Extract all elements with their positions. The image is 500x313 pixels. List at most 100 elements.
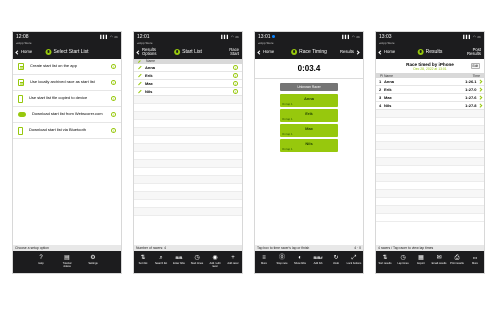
empty-row — [376, 182, 484, 190]
toolbar-show-bibs-button[interactable]: ◐ Show bibs — [292, 254, 308, 265]
back-button[interactable]: Results Options — [136, 47, 160, 57]
runner-button-anna[interactable]: Anna On lap 1 — [280, 94, 338, 107]
info-icon[interactable]: i — [111, 96, 116, 101]
table-row[interactable]: 3 Max 1:27.6 — [376, 94, 484, 102]
setup-option-create[interactable]: Create start list on the app i — [13, 59, 121, 75]
empty-row — [134, 112, 242, 120]
info-icon[interactable]: i — [111, 64, 116, 69]
table-row[interactable]: 2 Erik 1:27.0 — [376, 86, 484, 94]
race-start-button[interactable]: Race Start — [225, 47, 239, 57]
toolbar-settings-button[interactable]: ⚙ Settings — [85, 254, 101, 265]
empty-row — [134, 104, 242, 112]
list-item[interactable]: Nils i — [134, 88, 242, 96]
runner-button-max[interactable]: Max On lap 1 — [280, 124, 338, 137]
table-row[interactable]: 1 Anna 1:26.1 — [376, 78, 484, 86]
toolbar-print-button[interactable]: ⎙ Print results — [449, 254, 465, 265]
toolbar-more-button[interactable]: ≡ More — [256, 254, 272, 265]
back-label: Home — [263, 48, 275, 54]
toolbar-label: Enter bibs — [173, 262, 185, 265]
empty-row — [134, 200, 242, 208]
info-icon[interactable]: i — [233, 89, 238, 94]
setup-options-list: Create start list on the app i Use local… — [13, 59, 121, 139]
nav-bar: Home Results Post Results — [376, 45, 484, 59]
toolbar-tutorial-button[interactable]: ▤ Tutorial videos — [59, 254, 75, 268]
info-icon[interactable]: i — [233, 81, 238, 86]
info-icon[interactable]: i — [111, 112, 116, 117]
setup-option-label: Download start list from Webscorer.com — [32, 111, 103, 117]
email-icon: ✉ — [436, 255, 442, 261]
runner-name: Anna — [304, 96, 314, 101]
result-name: Max — [384, 95, 392, 100]
toolbar-label: Stop race — [276, 262, 288, 265]
clock-icon: ◷ — [400, 255, 406, 261]
list-item[interactable]: Erik i — [134, 72, 242, 80]
toolbar-lap-times-button[interactable]: ◷ Lap times — [395, 254, 411, 265]
screen-results: 13:03 ▌▌▌ ◠ ▭ ◂ App Store Home Results P… — [375, 31, 485, 274]
toolbar-email-button[interactable]: ✉ Email results — [431, 254, 447, 265]
setup-option-device-file[interactable]: Use start list file copied to device i — [13, 91, 121, 107]
toolbar-label: Help — [38, 262, 44, 265]
setup-option-archived[interactable]: Use locally archived race as start list … — [13, 75, 121, 91]
list-item[interactable]: Max i — [134, 80, 242, 88]
cloud-download-icon — [18, 112, 26, 117]
info-icon[interactable]: i — [111, 80, 116, 85]
status-count: 4 · 0 — [354, 246, 361, 250]
toolbar: ⇅ Sort list ⌕ Search list BIB Enter bibs… — [134, 251, 242, 273]
clock-icon: ◷ — [194, 255, 200, 261]
webscorer-logo-icon — [45, 49, 52, 55]
post-results-button[interactable]: Post Results — [467, 47, 481, 57]
empty-row — [376, 142, 484, 150]
list-item[interactable]: Anna i — [134, 64, 242, 72]
pencil-icon — [137, 59, 142, 64]
result-name: Anna — [384, 79, 394, 84]
unknown-racer-button[interactable]: Unknown Racer — [280, 83, 338, 91]
empty-row — [134, 144, 242, 152]
name-column-header: Name — [146, 59, 156, 63]
result-time: 1:27.8 — [465, 103, 477, 108]
toolbar-more-button[interactable]: ••• More — [467, 254, 483, 265]
back-button[interactable]: Home — [15, 49, 32, 55]
toolbar-search-button[interactable]: ⌕ Search list — [153, 254, 169, 265]
nav-bar: Home Select Start List — [13, 45, 121, 59]
results-button[interactable]: Results — [340, 48, 360, 55]
toolbar-undo-button[interactable]: ↻ Undo — [328, 254, 344, 265]
runner-button-nils[interactable]: Nils On lap 1 — [280, 139, 338, 152]
clock-wrap: 13:01 — [258, 34, 275, 40]
toolbar-export-button[interactable]: ▦ Export — [413, 254, 429, 265]
table-row[interactable]: 4 Nils 1:27.8 — [376, 102, 484, 110]
webscorer-logo-icon — [291, 49, 298, 55]
toolbar-label: More — [472, 262, 478, 265]
toolbar-sort-button[interactable]: ⇅ Sort list — [135, 254, 151, 265]
results-label: Results — [340, 48, 354, 54]
toolbar-stop-button[interactable]: ⓪ Stop race — [274, 254, 290, 265]
toolbar-add-racer-button[interactable]: + Add racer — [225, 254, 241, 265]
more-icon: ••• — [472, 255, 478, 260]
setup-option-bluetooth[interactable]: Download start list via Bluetooth i — [13, 123, 121, 139]
toolbar-start-times-button[interactable]: ◷ Start times — [189, 254, 205, 265]
clock: 13:01 — [258, 33, 271, 40]
info-icon[interactable]: i — [111, 128, 116, 133]
info-icon[interactable]: i — [233, 65, 238, 70]
empty-row — [376, 150, 484, 158]
runner-lap: On lap 1 — [282, 147, 293, 151]
toolbar-add-bib-button[interactable]: BIB# Add bib — [310, 254, 326, 265]
info-icon[interactable]: i — [233, 73, 238, 78]
nav-title-text: Start List — [182, 49, 202, 55]
toolbar-help-button[interactable]: ? Help — [33, 254, 49, 265]
toolbar-sort-button[interactable]: ⇅ Sort results — [377, 254, 393, 265]
back-button[interactable]: Home — [378, 49, 395, 55]
add-icon: + — [231, 255, 235, 261]
toolbar-edit-racer-button[interactable]: ◉ Add / edit racer — [207, 254, 223, 268]
empty-row — [376, 166, 484, 174]
toolbar-bibs-button[interactable]: BIB Enter bibs — [171, 254, 187, 265]
back-button[interactable]: Home — [257, 48, 275, 55]
results-list: 1 Anna 1:26.1 2 Erik 1:27.0 3 Max 1:27.6… — [376, 78, 484, 222]
status-text: Choose a setup option — [15, 246, 49, 250]
runner-button-erik[interactable]: Erik On lap 1 — [280, 109, 338, 122]
runner-name: Erik — [305, 111, 313, 116]
edit-button[interactable]: Edit — [470, 63, 480, 69]
chevron-right-icon — [355, 49, 360, 55]
setup-option-webscorer-download[interactable]: Download start list from Webscorer.com i — [13, 107, 121, 123]
toolbar-lock-button[interactable]: ⤢ Lock buttons — [346, 254, 362, 265]
empty-row — [376, 198, 484, 206]
